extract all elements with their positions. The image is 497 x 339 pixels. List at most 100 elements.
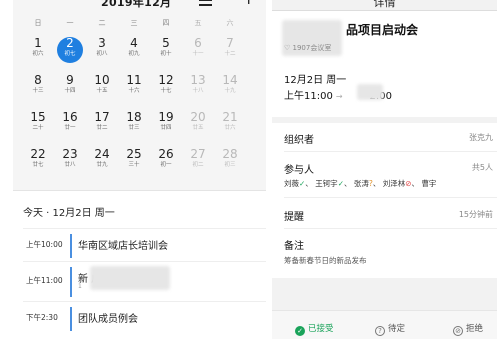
redaction xyxy=(357,84,383,100)
row-divider xyxy=(284,151,497,152)
event-date: 12月2日 周一 xyxy=(284,75,347,86)
check-icon: ✓ xyxy=(295,326,305,336)
lunar-date: 十七 xyxy=(160,88,172,94)
agenda-event[interactable]: 上午11:00 新 启动会 1 xyxy=(23,261,266,301)
lunar-date: 十六 xyxy=(128,88,140,94)
day-number: 21 xyxy=(222,110,238,124)
attendee-name: 张涛 xyxy=(353,179,369,188)
tentative-button[interactable]: ? 待定 xyxy=(375,322,405,336)
calendar-day[interactable]: 9 十四 xyxy=(57,74,83,100)
attendees-label: 参与人 xyxy=(284,165,314,176)
lunar-date: 初十 xyxy=(160,51,172,57)
calendar-day[interactable]: 18 廿三 xyxy=(121,111,147,137)
calendar-day[interactable]: 16 廿一 xyxy=(57,111,83,137)
day-number: 25 xyxy=(126,147,142,161)
calendar-day[interactable]: 5 初十 xyxy=(153,37,179,63)
calendar-day[interactable]: 10 十五 xyxy=(89,74,115,100)
lunar-date: 初一 xyxy=(160,162,172,168)
calendar-day[interactable]: 13 十八 xyxy=(185,74,211,100)
event-location: 1 xyxy=(78,283,82,290)
day-number: 13 xyxy=(190,73,206,87)
calendar-panel: 2019年12月 + 日 一 二 三 四 五 六 1初六2初七3初八4初九5初十… xyxy=(13,0,266,339)
lunar-date: 廿九 xyxy=(96,162,108,168)
day-number: 7 xyxy=(226,36,234,50)
lunar-date: 初九 xyxy=(128,51,140,57)
calendar-day[interactable]: 22 廿七 xyxy=(25,148,51,174)
calendar-day[interactable]: 11 十六 xyxy=(121,74,147,100)
day-number: 10 xyxy=(94,73,110,87)
lunar-date: 廿八 xyxy=(64,162,76,168)
weekday-label: 六 xyxy=(226,19,234,27)
decline-button[interactable]: ⊘ 拒绝 xyxy=(453,322,483,336)
add-event-icon[interactable]: + xyxy=(242,0,255,7)
lunar-date: 初八 xyxy=(96,51,108,57)
day-number: 12 xyxy=(158,73,174,87)
calendar-day[interactable]: 15 二十 xyxy=(25,111,51,137)
weekday-label: 五 xyxy=(194,19,202,27)
day-number: 1 xyxy=(34,36,42,50)
declined-icon: ⊘ xyxy=(405,179,412,188)
calendar-day[interactable]: 7 十二 xyxy=(217,37,243,63)
block-icon: ⊘ xyxy=(453,326,463,336)
day-number: 17 xyxy=(94,110,110,124)
calendar-day[interactable]: 12 十七 xyxy=(153,74,179,100)
attendee-list[interactable]: 刘薇✓、 王钶宇✓、 张涛?、 刘泽林⊘、 曹宇 xyxy=(284,178,436,189)
calendar-day[interactable]: 25 三十 xyxy=(121,148,147,174)
lunar-date: 初三 xyxy=(224,162,236,168)
calendar-day[interactable]: 20 廿五 xyxy=(185,111,211,137)
calendar-day[interactable]: 27 初二 xyxy=(185,148,211,174)
event-title: 品项目启动会 xyxy=(346,23,419,37)
location-text: 1907会议室 xyxy=(292,44,332,52)
lunar-date: 初二 xyxy=(192,162,204,168)
time-start: 上午11:00 xyxy=(284,91,333,102)
accept-button[interactable]: ✓ 已接受 xyxy=(295,322,334,336)
remark-label: 备注 xyxy=(284,241,304,252)
attendee-name: 王钶宇 xyxy=(315,179,338,188)
calendar-day[interactable]: 3 初八 xyxy=(89,37,115,63)
weekday-label: 日 xyxy=(34,19,42,27)
row-divider xyxy=(284,197,497,198)
event-location: ♡ 1907会议室 xyxy=(284,44,332,52)
calendar-day[interactable]: 4 初九 xyxy=(121,37,147,63)
weekday-label: 一 xyxy=(66,19,74,27)
lunar-date: 十二 xyxy=(224,51,236,57)
calendar-day[interactable]: 23 廿八 xyxy=(57,148,83,174)
agenda-event[interactable]: 下午2:30 团队成员例会 xyxy=(23,301,266,334)
accept-label: 已接受 xyxy=(308,324,334,334)
calendar-day[interactable]: 17 廿二 xyxy=(89,111,115,137)
calendar-day[interactable]: 28 初三 xyxy=(217,148,243,174)
month-title[interactable]: 2019年12月 xyxy=(101,0,171,10)
lunar-date: 十四 xyxy=(64,88,76,94)
lunar-date: 十一 xyxy=(192,51,204,57)
calendar-day[interactable]: 14 十九 xyxy=(217,74,243,100)
calendar-day[interactable]: 1 初六 xyxy=(25,37,51,63)
attendees-count[interactable]: 共5人 xyxy=(472,162,493,173)
calendar-day[interactable]: 8 十三 xyxy=(25,74,51,100)
lunar-date: 十三 xyxy=(32,88,44,94)
weekday-label: 四 xyxy=(162,19,170,27)
calendar-day[interactable]: 21 廿六 xyxy=(217,111,243,137)
day-number: 18 xyxy=(126,110,142,124)
day-number: 23 xyxy=(62,147,78,161)
lunar-date: 十八 xyxy=(192,88,204,94)
menu-icon[interactable] xyxy=(199,0,212,8)
calendar-day[interactable]: 19 廿四 xyxy=(153,111,179,137)
agenda-event[interactable]: 上午10:00 华南区域店长培训会 xyxy=(23,228,266,261)
day-number: 19 xyxy=(158,110,174,124)
tentative-label: 待定 xyxy=(388,324,406,334)
accepted-icon: ✓ xyxy=(299,179,306,188)
attendee-name: 曹宇 xyxy=(421,179,437,188)
day-number: 15 xyxy=(30,110,46,124)
calendar-day[interactable]: 6 十一 xyxy=(185,37,211,63)
day-number: 16 xyxy=(62,110,78,124)
calendar-day[interactable]: 24 廿九 xyxy=(89,148,115,174)
weekday-label: 三 xyxy=(130,19,138,27)
day-number: 8 xyxy=(34,73,42,87)
reminder-value[interactable]: 15分钟前 xyxy=(459,209,493,220)
event-time: 上午11:00 xyxy=(26,276,63,285)
lunar-date: 廿一 xyxy=(64,125,76,131)
calendar-day[interactable]: 26 初一 xyxy=(153,148,179,174)
event-title: 华南区域店长培训会 xyxy=(78,241,168,252)
organizer-value[interactable]: 张克九 xyxy=(469,132,493,143)
calendar-day-selected[interactable]: 2 初七 xyxy=(57,37,83,63)
